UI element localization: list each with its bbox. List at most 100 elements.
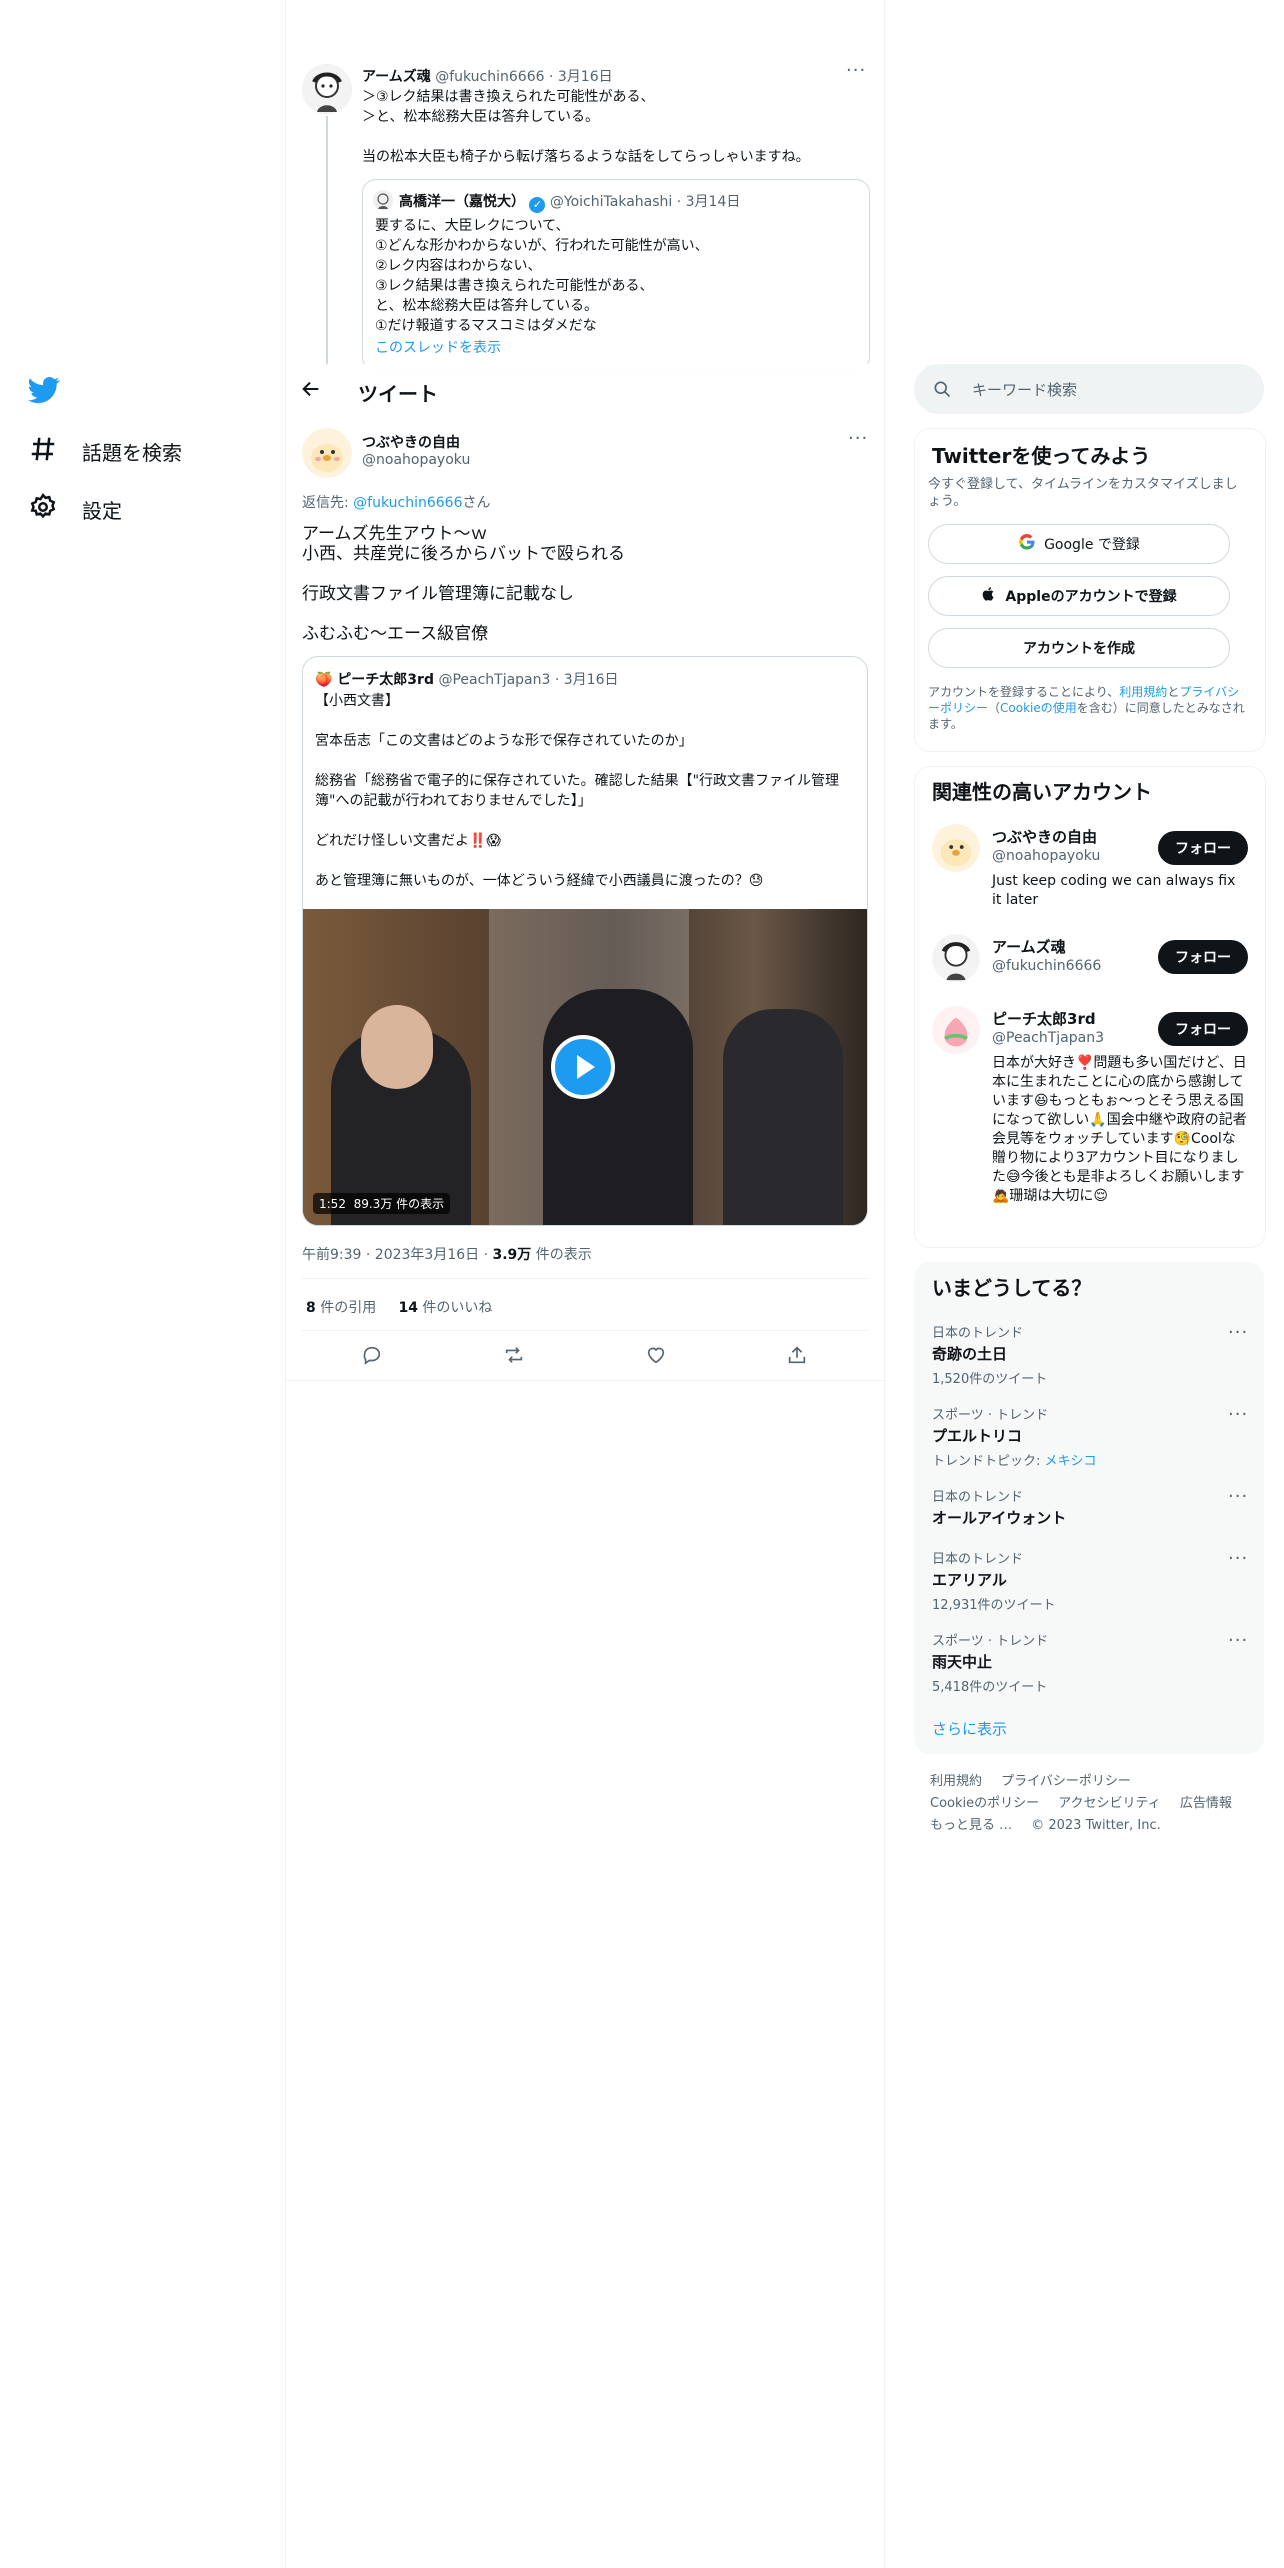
account-handle[interactable]: @noahopayoku xyxy=(992,848,1100,864)
trend-name: 奇跡の土日 xyxy=(932,1345,1008,1363)
signup-legal: アカウントを登録することにより、利用規約とプライバシーポリシー（Cookieの使… xyxy=(928,684,1248,732)
trend-meta: 日本のトレンド xyxy=(932,1552,1024,1567)
nav-explore-label: 話題を検索 xyxy=(82,441,182,465)
trend-name: オールアイウォント xyxy=(932,1509,1067,1527)
quoted-author-handle: @PeachTjapan3 xyxy=(438,672,551,688)
more-icon[interactable]: ··· xyxy=(848,428,868,449)
footer-ads-link[interactable]: 広告情報 xyxy=(1180,1796,1232,1811)
more-icon[interactable]: ··· xyxy=(1228,1486,1248,1507)
video-duration: 1:52 xyxy=(319,1197,346,1211)
trend-count: 5,418件のツイート xyxy=(932,1680,1048,1695)
trend-count: 12,931件のツイート xyxy=(932,1598,1056,1613)
retweet-icon[interactable] xyxy=(503,1344,525,1370)
search-bar[interactable]: キーワード検索 xyxy=(914,364,1264,414)
follow-button[interactable]: フォロー xyxy=(1158,940,1248,974)
tweet-timestamp: 午前9:39 · 2023年3月16日 · 3.9万 件の表示 xyxy=(302,1244,592,1264)
share-icon[interactable] xyxy=(786,1344,808,1370)
thread-line xyxy=(326,116,328,366)
tweet-stats: 8 件の引用 14 件のいいね xyxy=(306,1297,492,1317)
reply-to-handle[interactable]: @fukuchin6666 xyxy=(353,495,462,511)
divider xyxy=(302,1330,868,1331)
author-handle[interactable]: @noahopayoku xyxy=(362,452,470,468)
tweet-date[interactable]: · 3月16日 xyxy=(549,69,613,85)
author-name[interactable]: アームズ魂 xyxy=(362,69,431,85)
search-input[interactable]: キーワード検索 xyxy=(972,379,1077,400)
account-name[interactable]: つぶやきの自由 xyxy=(992,826,1097,847)
follow-button[interactable]: フォロー xyxy=(1158,831,1248,865)
play-button-icon[interactable] xyxy=(551,1035,615,1099)
follow-button[interactable]: フォロー xyxy=(1158,1012,1248,1046)
cookie-link[interactable]: Cookieの使用 xyxy=(1000,701,1077,715)
likes-stat[interactable]: 14 件のいいね xyxy=(398,1300,492,1316)
legal-text: と xyxy=(1167,685,1180,699)
account-handle[interactable]: @PeachTjapan3 xyxy=(992,1030,1104,1046)
account-bio: 日本が大好き❣️問題も多い国だけど、日本に生まれたことに心の底から感謝しています… xyxy=(992,1055,1247,1204)
footer-privacy-link[interactable]: プライバシーポリシー xyxy=(1001,1774,1131,1789)
more-icon[interactable]: ··· xyxy=(1228,1404,1248,1425)
divider xyxy=(286,1380,884,1381)
relevant-accounts-title: 関連性の高いアカウント xyxy=(932,780,1152,804)
avatar[interactable] xyxy=(932,1006,980,1054)
like-icon[interactable] xyxy=(645,1344,667,1370)
verified-badge-icon: ✓ xyxy=(529,197,546,213)
likes-label: 件のいいね xyxy=(417,1300,493,1316)
trend-name: 雨天中止 xyxy=(932,1653,993,1671)
nav-settings[interactable]: 設定 xyxy=(28,492,122,527)
footer-accessibility-link[interactable]: アクセシビリティ xyxy=(1058,1796,1161,1811)
quotes-stat[interactable]: 8 件の引用 xyxy=(306,1300,376,1316)
parent-tweet[interactable]: アームズ魂 @fukuchin6666 · 3月16日 ··· ＞③レク結果は書… xyxy=(300,60,870,371)
avatar xyxy=(373,190,393,210)
reply-icon[interactable] xyxy=(361,1344,383,1370)
trend-item[interactable]: スポーツ · トレンド プエルトリコ トレンドトピック: メキシコ ··· xyxy=(932,1404,1248,1469)
show-more-link[interactable]: さらに表示 xyxy=(932,1718,1007,1739)
trend-topic-prefix: トレンドトピック: xyxy=(932,1454,1045,1469)
avatar[interactable] xyxy=(302,428,352,478)
footer-cookie-link[interactable]: Cookieのポリシー xyxy=(930,1796,1039,1811)
signup-subtitle: 今すぐ登録して、タイムラインをカスタマイズしましょう。 xyxy=(928,477,1238,509)
footer-more-link[interactable]: もっと見る … xyxy=(930,1818,1012,1833)
google-signup-button[interactable]: Google で登録 xyxy=(928,524,1230,564)
page-title: ツイート xyxy=(358,382,438,406)
quoted-tweet[interactable]: 🍑 ピーチ太郎3rd @PeachTjapan3 · 3月16日 【小西文書】 … xyxy=(302,656,868,1226)
trend-item[interactable]: 日本のトレンド 奇跡の土日 1,520件のツイート ··· xyxy=(932,1322,1248,1387)
account-name[interactable]: アームズ魂 xyxy=(992,936,1066,957)
back-arrow-icon[interactable] xyxy=(300,378,322,404)
more-icon[interactable]: ··· xyxy=(846,60,866,81)
video-badge: 1:52 89.3万 件の表示 xyxy=(313,1193,451,1214)
trend-item[interactable]: 日本のトレンド エアリアル 12,931件のツイート ··· xyxy=(932,1548,1248,1613)
avatar[interactable] xyxy=(932,824,980,872)
more-icon[interactable]: ··· xyxy=(1228,1322,1248,1343)
avatar[interactable] xyxy=(932,934,980,982)
apple-signup-button[interactable]: Appleのアカウントで登録 xyxy=(928,576,1230,616)
views-count: 3.9万 xyxy=(492,1247,532,1263)
twitter-logo-icon[interactable] xyxy=(28,374,60,410)
account-name[interactable]: ピーチ太郎3rd xyxy=(992,1008,1096,1029)
nav-explore[interactable]: 話題を検索 xyxy=(28,434,182,469)
video-thumbnail-person xyxy=(543,989,693,1225)
timestamp-text[interactable]: 午前9:39 · 2023年3月16日 · xyxy=(302,1247,493,1263)
legal-text: （ xyxy=(988,701,1001,715)
hashtag-icon xyxy=(28,434,58,469)
quoted-tweet[interactable]: 高橋洋一（嘉悦大） ✓ @YoichiTakahashi · 3月14日 要する… xyxy=(362,179,870,371)
trend-item[interactable]: 日本のトレンド オールアイウォント ··· xyxy=(932,1486,1248,1528)
nav-settings-label: 設定 xyxy=(82,499,122,523)
video-player[interactable]: 1:52 89.3万 件の表示 xyxy=(303,909,867,1225)
google-signup-label: Google で登録 xyxy=(1044,537,1140,553)
quoted-author-name: 高橋洋一（嘉悦大） xyxy=(399,194,525,210)
account-handle[interactable]: @fukuchin6666 xyxy=(992,958,1101,974)
trend-item[interactable]: スポーツ · トレンド 雨天中止 5,418件のツイート ··· xyxy=(932,1630,1248,1695)
create-account-button[interactable]: アカウントを作成 xyxy=(928,628,1230,668)
show-thread-link[interactable]: このスレッドを表示 xyxy=(375,337,501,357)
footer-terms-link[interactable]: 利用規約 xyxy=(930,1774,982,1789)
terms-link[interactable]: 利用規約 xyxy=(1119,685,1167,699)
apple-signup-label: Appleのアカウントで登録 xyxy=(1005,589,1177,605)
author-handle[interactable]: @fukuchin6666 xyxy=(435,69,544,85)
more-icon[interactable]: ··· xyxy=(1228,1548,1248,1569)
more-icon[interactable]: ··· xyxy=(1228,1630,1248,1651)
google-icon xyxy=(1018,533,1036,555)
tweet-text: アームズ先生アウト～ｗ 小西、共産党に後ろからバットで殴られる 行政文書ファイル… xyxy=(302,524,625,644)
divider xyxy=(302,1278,868,1279)
avatar[interactable] xyxy=(302,64,352,114)
author-name[interactable]: つぶやきの自由 xyxy=(362,432,460,452)
trend-topic-link[interactable]: メキシコ xyxy=(1045,1454,1097,1469)
